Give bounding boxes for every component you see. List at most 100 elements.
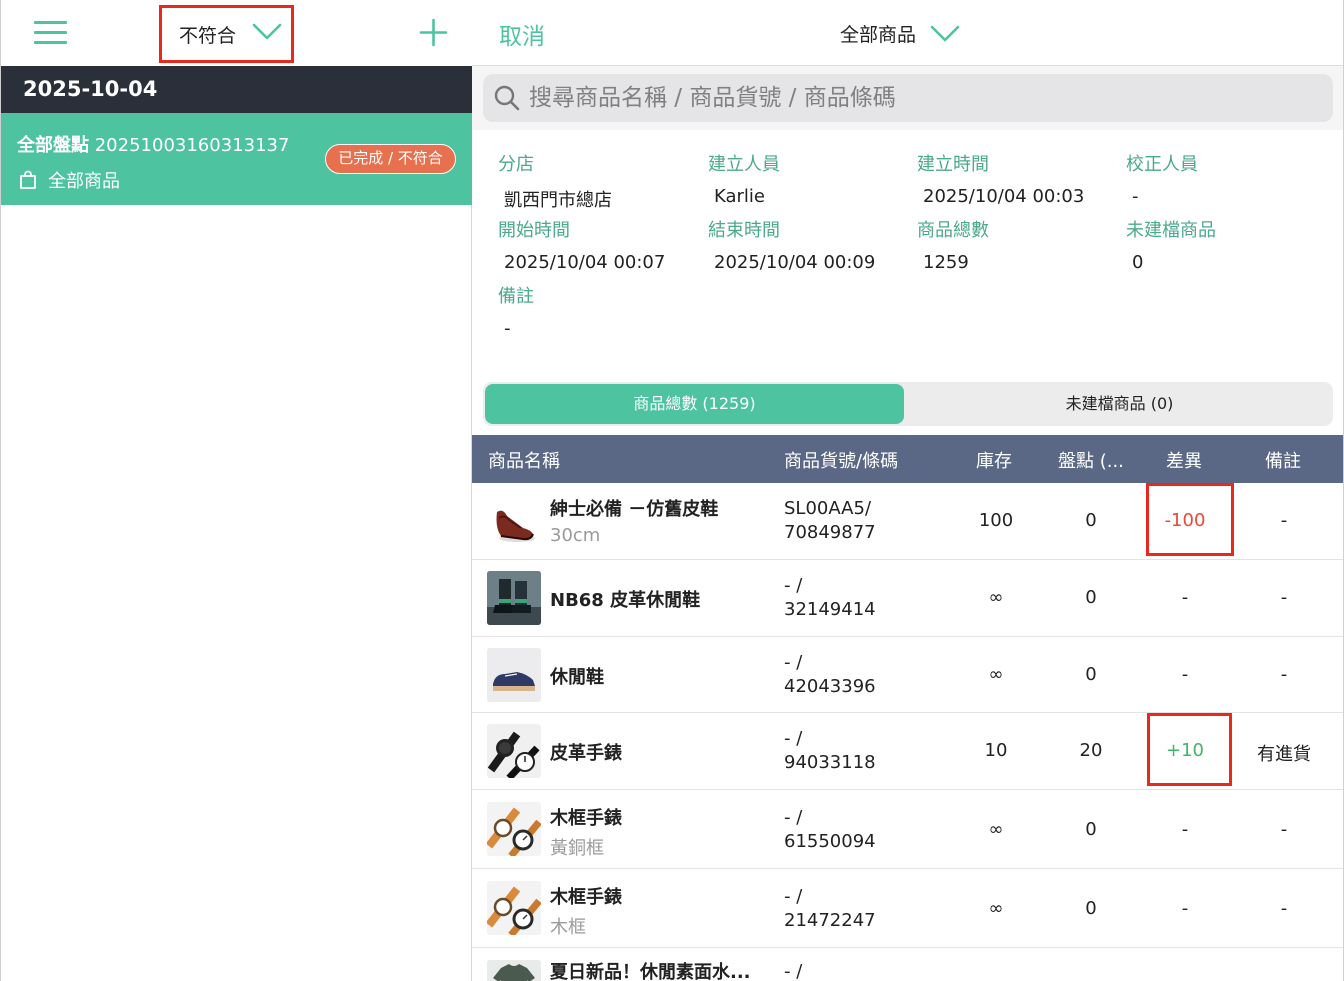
table-row[interactable]: NB68 皮革休閒鞋 - / 32149414 ∞ 0 - -	[472, 560, 1343, 637]
info-unregistered-products: 未建檔商品 0	[1126, 220, 1216, 273]
table-row[interactable]: 木框手錶 木框 - / 21472247 ∞ 0 - -	[472, 869, 1343, 948]
stock-value: ∞	[988, 819, 1004, 840]
product-code: - / 32149414	[784, 575, 876, 620]
product-code: SL00AA5/ 70849877	[784, 498, 876, 543]
product-thumbnail	[487, 724, 541, 778]
info-remark: 備註 -	[498, 286, 534, 339]
remark-value: -	[1280, 819, 1288, 840]
info-corrector: 校正人員 -	[1126, 154, 1198, 207]
count-value: 0	[1085, 898, 1097, 919]
table-row[interactable]: 夏日新品！休閒素面水... - /	[472, 948, 1343, 981]
count-value: 0	[1085, 819, 1097, 840]
product-code: - / 94033118	[784, 728, 876, 773]
product-thumbnail	[487, 881, 541, 935]
add-icon[interactable]	[419, 18, 448, 47]
record-list-pane: 不符合 2025-10-04 全部盤點 20251003160313137 全部…	[0, 0, 472, 981]
left-toolbar: 不符合	[1, 0, 472, 66]
product-code: - / 21472247	[784, 886, 876, 931]
product-variant: 木框	[550, 917, 586, 938]
table-row[interactable]: 木框手錶 黃銅框 - / 61550094 ∞ 0 - -	[472, 790, 1343, 869]
col-product-name[interactable]: 商品名稱	[488, 447, 560, 473]
product-name: NB68 皮革休閒鞋	[550, 590, 701, 611]
cancel-button[interactable]: 取消	[499, 17, 545, 51]
watch-image-icon	[487, 724, 541, 778]
status-filter-dropdown[interactable]: 不符合	[159, 5, 294, 63]
stock-value: ∞	[988, 587, 1004, 608]
col-sku-barcode[interactable]: 商品貨號/條碼	[784, 447, 898, 473]
watch-image-icon	[487, 802, 541, 856]
info-creator: 建立人員 Karlie	[708, 154, 780, 207]
detail-toolbar: 取消 全部商品	[472, 0, 1343, 66]
difference-value: -	[1181, 898, 1189, 919]
remark-value: -	[1280, 898, 1288, 919]
difference-highlight-box	[1147, 713, 1232, 786]
info-created-time: 建立時間 2025/10/04 00:03	[917, 154, 1085, 207]
difference-value: -	[1181, 664, 1189, 685]
stock-value: 10	[984, 740, 1008, 761]
stock-value: 100	[978, 510, 1014, 531]
tab-all-products[interactable]: 商品總數 (1259)	[485, 384, 904, 424]
status-badge: 已完成 / 不符合	[325, 144, 456, 174]
stocktake-record-item[interactable]: 全部盤點 20251003160313137 全部商品 已完成 / 不符合	[1, 113, 472, 205]
product-name: 紳士必備 －仿舊皮鞋	[550, 499, 719, 520]
remark-value: -	[1280, 587, 1288, 608]
product-code: - / 42043396	[784, 652, 876, 697]
count-value: 0	[1085, 510, 1097, 531]
product-name: 木框手錶	[550, 808, 622, 829]
chevron-down-icon	[252, 23, 282, 40]
search-box	[483, 74, 1333, 122]
table-row[interactable]: 休閒鞋 - / 42043396 ∞ 0 - -	[472, 637, 1343, 713]
search-input[interactable]	[529, 85, 1289, 111]
product-variant: 30cm	[550, 525, 601, 546]
stock-value: ∞	[988, 898, 1004, 919]
product-name: 木框手錶	[550, 887, 622, 908]
product-thumbnail	[487, 802, 541, 856]
table-header: 商品名稱 商品貨號/條碼 庫存 盤點 (... 差異 備註	[472, 435, 1343, 483]
date-group-header: 2025-10-04	[1, 66, 472, 113]
product-scope-label: 全部商品	[840, 24, 917, 46]
info-branch: 分店 凱西門市總店	[498, 154, 612, 211]
info-product-total: 商品總數 1259	[917, 220, 989, 273]
product-code: - /	[784, 961, 803, 981]
watch-image-icon	[487, 881, 541, 935]
boots-image-icon	[487, 571, 541, 625]
remark-value: 有進貨	[1257, 744, 1311, 765]
difference-value: -	[1181, 587, 1189, 608]
record-title: 全部盤點 20251003160313137	[17, 131, 289, 157]
product-variant: 黃銅框	[550, 838, 604, 859]
product-name: 夏日新品！休閒素面水...	[550, 962, 751, 981]
tab-unregistered-products[interactable]: 未建檔商品 (0)	[908, 384, 1331, 424]
info-start-time: 開始時間 2025/10/04 00:07	[498, 220, 666, 273]
difference-value: -	[1181, 819, 1189, 840]
record-scope: 全部商品	[18, 167, 120, 193]
product-code: - / 61550094	[784, 807, 876, 852]
chevron-down-icon	[930, 25, 960, 41]
difference-highlight-box	[1146, 483, 1234, 556]
sneaker-image-icon	[487, 648, 541, 702]
col-count[interactable]: 盤點 (...	[1058, 447, 1124, 473]
count-value: 20	[1079, 740, 1103, 761]
product-tab-switch: 商品總數 (1259) 未建檔商品 (0)	[483, 382, 1333, 426]
col-difference[interactable]: 差異	[1166, 447, 1202, 473]
remark-value: -	[1280, 510, 1288, 531]
search-icon	[494, 85, 520, 111]
remark-value: -	[1280, 664, 1288, 685]
col-stock[interactable]: 庫存	[976, 447, 1012, 473]
stock-value: ∞	[988, 664, 1004, 685]
product-thumbnail	[487, 960, 541, 981]
shirt-image-icon	[487, 960, 541, 981]
record-detail-pane: 取消 全部商品 分店 凱西門市總店 建立人員 Karlie 建立時間 20	[472, 0, 1344, 981]
product-name: 休閒鞋	[550, 667, 604, 688]
count-value: 0	[1085, 664, 1097, 685]
record-id: 20251003160313137	[94, 135, 290, 156]
col-remark[interactable]: 備註	[1265, 447, 1301, 473]
product-thumbnail	[487, 571, 541, 625]
info-end-time: 結束時間 2025/10/04 00:09	[708, 220, 876, 273]
product-scope-dropdown[interactable]: 全部商品	[840, 20, 960, 47]
count-value: 0	[1085, 587, 1097, 608]
record-type: 全部盤點	[17, 135, 89, 156]
product-thumbnail	[487, 494, 541, 548]
shopping-bag-icon	[20, 170, 36, 189]
product-thumbnail	[487, 648, 541, 702]
menu-icon[interactable]	[34, 21, 68, 45]
